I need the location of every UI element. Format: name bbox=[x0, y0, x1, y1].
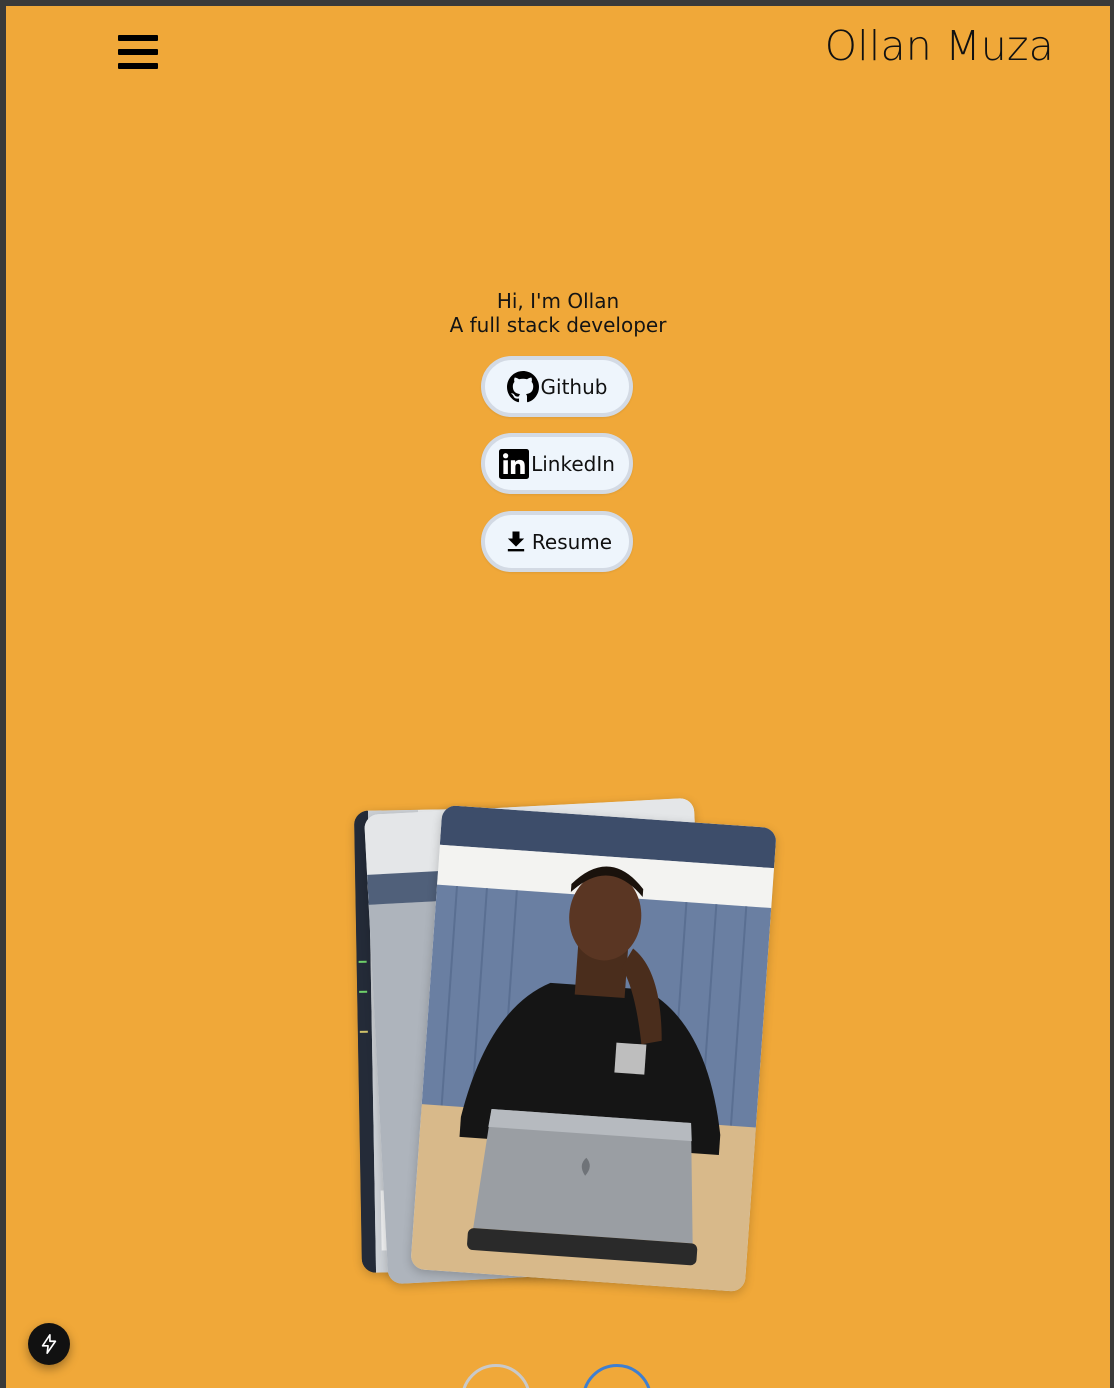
hamburger-icon bbox=[118, 35, 158, 69]
intro: Hi, I'm Ollan A full stack developer bbox=[6, 289, 1110, 337]
site-title: Ollan Muza bbox=[824, 22, 1054, 70]
carousel-dot-2[interactable] bbox=[582, 1364, 652, 1388]
linkedin-icon bbox=[499, 448, 530, 479]
photo-stack[interactable] bbox=[346, 786, 786, 1306]
download-icon bbox=[502, 528, 530, 556]
linkedin-label: LinkedIn bbox=[531, 451, 615, 476]
photo-card-front bbox=[410, 804, 777, 1293]
portrait-photo bbox=[410, 804, 777, 1293]
greeting: Hi, I'm Ollan bbox=[496, 289, 620, 313]
menu-button[interactable] bbox=[116, 30, 160, 74]
carousel-dot-1[interactable] bbox=[461, 1364, 531, 1388]
github-button[interactable]: Github bbox=[481, 356, 633, 417]
tagline: A full stack developer bbox=[449, 313, 667, 337]
lightning-icon bbox=[41, 1334, 57, 1354]
github-label: Github bbox=[540, 374, 608, 399]
lightning-button[interactable] bbox=[28, 1323, 70, 1365]
page: Ollan Muza Hi, I'm Ollan A full stack de… bbox=[6, 6, 1110, 1388]
resume-label: Resume bbox=[531, 529, 613, 554]
resume-button[interactable]: Resume bbox=[481, 511, 633, 572]
github-icon bbox=[506, 370, 539, 403]
linkedin-button[interactable]: LinkedIn bbox=[481, 433, 633, 494]
